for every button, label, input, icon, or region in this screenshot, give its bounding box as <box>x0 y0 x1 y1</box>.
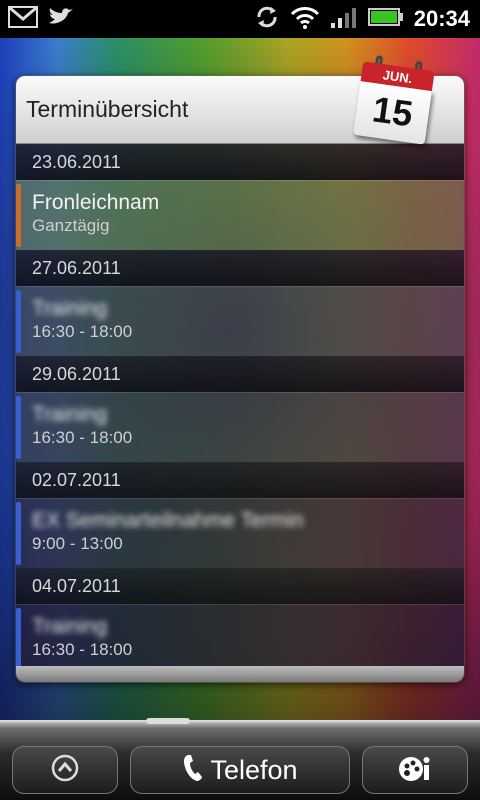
event-item[interactable]: Training 16:30 - 18:00 <box>16 392 464 462</box>
event-color-bar <box>16 290 21 353</box>
date-header: 04.07.2011 <box>16 568 464 604</box>
bottom-dock: Telefon <box>0 720 480 800</box>
event-time: 9:00 - 13:00 <box>32 534 123 553</box>
wifi-icon <box>290 5 320 33</box>
sync-icon <box>254 4 280 34</box>
personalize-icon <box>397 753 433 787</box>
agenda-widget[interactable]: Terminübersicht 23.06.2011 Fronleichnam … <box>15 75 465 683</box>
signal-icon <box>330 5 358 33</box>
date-header: 29.06.2011 <box>16 356 464 392</box>
date-header: 02.07.2011 <box>16 462 464 498</box>
event-title: Training <box>32 297 108 320</box>
phone-label: Telefon <box>210 754 298 785</box>
clock: 20:34 <box>413 6 470 31</box>
status-bar: 20:34 <box>0 0 480 38</box>
event-item[interactable]: Training 16:30 - 18:00 <box>16 286 464 356</box>
widget-title: Terminübersicht <box>26 96 189 122</box>
gmail-icon <box>8 5 38 33</box>
event-title: Training <box>32 615 108 638</box>
phone-button[interactable]: Telefon <box>130 746 350 794</box>
date-header: 23.06.2011 <box>16 144 464 180</box>
all-apps-button[interactable] <box>12 746 118 794</box>
date-header: 27.06.2011 <box>16 250 464 286</box>
event-title: Fronleichnam <box>32 191 160 214</box>
event-time: 16:30 - 18:00 <box>32 322 133 341</box>
phone-icon <box>182 753 204 787</box>
battery-icon <box>367 6 404 32</box>
twitter-bird-icon <box>46 5 76 33</box>
arrow-up-icon <box>50 753 80 787</box>
event-time: 16:30 - 18:00 <box>32 428 133 447</box>
event-item[interactable]: EX Seminarteilnahme Termin 9:00 - 13:00 <box>16 498 464 568</box>
event-color-bar <box>16 184 21 247</box>
calendar-icon: JUN. 15 <box>346 53 441 152</box>
event-time: Ganztägig <box>32 216 110 235</box>
event-color-bar <box>16 608 21 671</box>
drawer-handle[interactable] <box>146 718 190 724</box>
calendar-icon-day: 15 <box>353 81 432 145</box>
event-title: EX Seminarteilnahme Termin <box>32 509 304 532</box>
event-time: 16:30 - 18:00 <box>32 640 133 659</box>
personalize-button[interactable] <box>362 746 468 794</box>
event-item[interactable]: Fronleichnam Ganztägig <box>16 180 464 250</box>
widget-footer <box>16 666 464 682</box>
event-color-bar <box>16 396 21 459</box>
event-title: Training <box>32 403 108 426</box>
event-item[interactable]: Training 16:30 - 18:00 <box>16 604 464 674</box>
event-color-bar <box>16 502 21 565</box>
